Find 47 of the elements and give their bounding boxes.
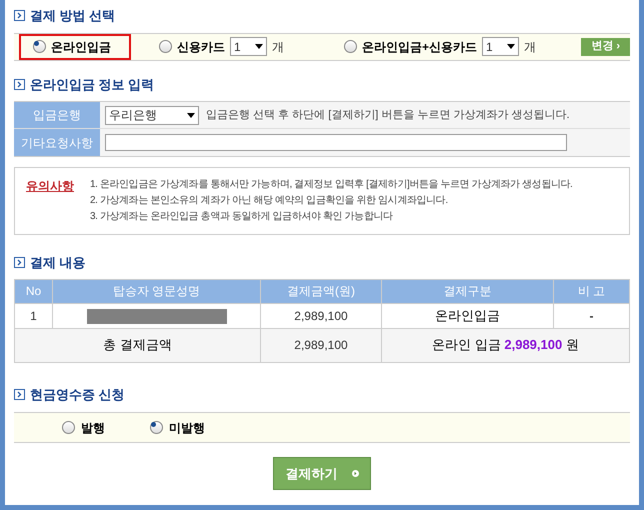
table-cell: 2,989,100 xyxy=(260,303,382,328)
column-header: 탑승자 영문성명 xyxy=(52,279,260,303)
radio-label[interactable]: 신용카드 xyxy=(177,38,225,56)
chevron-icon xyxy=(14,10,25,22)
column-header: 비 고 xyxy=(554,279,630,303)
notice-text: 2. 가상계좌는 본인소유의 계좌가 아닌 해당 예약의 입금확인을 위한 임시계좌입니다. xyxy=(90,194,449,208)
dropdown[interactable]: 우리은행 xyxy=(105,106,199,124)
chevron-icon xyxy=(14,78,25,90)
chevron-icon xyxy=(14,388,25,400)
section-title: 결제 내용 xyxy=(30,254,86,272)
table-cell: - xyxy=(554,303,630,328)
chevron-icon xyxy=(14,257,25,268)
table-cell: 2,989,100 xyxy=(260,328,382,362)
caret-icon xyxy=(187,112,195,118)
column-header: 결제금액(원) xyxy=(260,279,382,303)
caret-icon xyxy=(255,44,263,49)
section-title: 현금영수증 신청 xyxy=(30,386,125,404)
table-cell: 1 xyxy=(14,303,52,328)
radio-button[interactable] xyxy=(33,40,46,53)
table-cell: 온라인입금 xyxy=(382,303,554,328)
column-header: No xyxy=(14,279,52,303)
section-title: 결제 방법 선택 xyxy=(30,7,116,25)
radio-label[interactable]: 온라인입금 xyxy=(51,38,111,56)
hint-text: 입금은행 선택 후 하단에 [결제하기] 버튼을 누르면 가상계좌가 생성됩니다. xyxy=(206,108,570,123)
radio-button[interactable] xyxy=(62,421,75,434)
radio-label[interactable]: 미발행 xyxy=(169,418,205,436)
unit-label: 개 xyxy=(272,38,284,56)
radio-label[interactable]: 발행 xyxy=(81,418,105,436)
table-cell: 총 결제금액 xyxy=(14,328,260,362)
notice-text: 3. 가상계좌는 온라인입금 총액과 동일하게 입금하셔야 확인 가능합니다 xyxy=(90,210,394,224)
radio-button[interactable] xyxy=(150,421,163,434)
notice-text: 1. 온라인입금은 가상계좌를 통해서만 가능하며, 결제정보 입력후 [결제하기]버튼을 누르면 가상계좌가 생성됩니다. xyxy=(90,178,572,192)
notice-title: 유의사항 xyxy=(26,178,75,195)
column-header: 결제구분 xyxy=(382,279,554,303)
dropdown[interactable]: 1 xyxy=(230,37,267,56)
radio-button[interactable] xyxy=(344,40,357,53)
radio-button[interactable] xyxy=(159,40,172,53)
radio-label[interactable]: 온라인입금+신용카드 xyxy=(362,38,478,56)
dropdown[interactable]: 1 xyxy=(482,37,520,56)
field-label: 기타요청사항 xyxy=(14,129,100,156)
unit-label: 개 xyxy=(524,38,536,56)
section-title: 온라인입금 정보 입력 xyxy=(30,76,154,94)
caret-icon xyxy=(507,44,516,49)
input-field[interactable] xyxy=(105,134,567,151)
table-cell: 온라인 입금 2,989,100 원 xyxy=(382,328,630,362)
arrow-icon xyxy=(352,470,358,477)
field-label: 입금은행 xyxy=(14,102,100,128)
